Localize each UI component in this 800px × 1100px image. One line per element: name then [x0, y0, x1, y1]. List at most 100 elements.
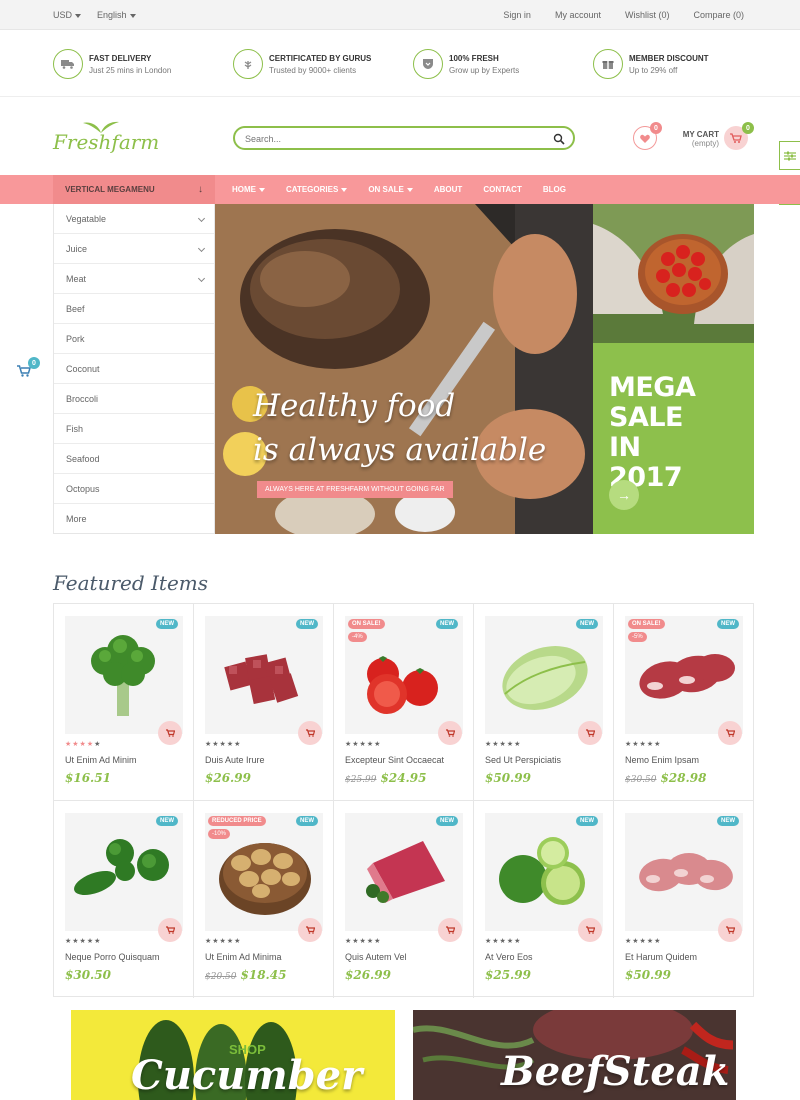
search-icon[interactable] — [553, 133, 565, 145]
search-box[interactable] — [233, 126, 575, 150]
nav-home[interactable]: HOME — [232, 185, 265, 194]
cart-summary[interactable]: MY CART (empty) — [682, 130, 719, 148]
hero-slide[interactable]: Healthy food is always available ALWAYS … — [215, 204, 593, 534]
product-image-greens[interactable] — [65, 813, 183, 931]
product-image-meat-cubes[interactable] — [205, 616, 323, 734]
banner-cucumber[interactable]: SHOP Cucumber — [71, 1010, 395, 1100]
add-to-cart-button[interactable] — [158, 918, 182, 942]
tomato-image — [593, 204, 754, 343]
product-card[interactable]: NEW ★★★★★ Neque Porro Quisquam $30.50 — [54, 801, 194, 998]
product-name[interactable]: Ut Enim Ad Minim — [65, 755, 137, 765]
add-to-cart-button[interactable] — [298, 721, 322, 745]
nav-categories-label: CATEGORIES — [286, 185, 339, 194]
product-name[interactable]: Sed Ut Perspiciatis — [485, 755, 561, 765]
product-card[interactable]: NEW ★★★★★ Quis Autem Vel $26.99 — [334, 801, 474, 998]
product-image-pork-cuts[interactable] — [625, 813, 743, 931]
wishlist-link[interactable]: Wishlist (0) — [625, 10, 670, 20]
signin-link[interactable]: Sign in — [503, 10, 531, 20]
chevron-down-icon — [341, 187, 348, 192]
menu-item-more[interactable]: More — [54, 504, 214, 534]
vertical-megamenu-toggle[interactable]: VERTICAL MEGAMENU ↓ — [53, 175, 215, 204]
product-card[interactable]: NEW ★★★★★ Et Harum Quidem $50.99 — [614, 801, 754, 998]
feature-title: 100% FRESH — [449, 53, 499, 63]
menu-item-meat[interactable]: Meat — [54, 264, 214, 294]
banner-beefsteak[interactable]: BeefSteak — [413, 1010, 736, 1100]
nav-about[interactable]: ABOUT — [434, 185, 462, 194]
settings-toggle[interactable] — [779, 141, 800, 170]
feature-member-discount: MEMBER DISCOUNT Up to 29% off — [593, 47, 709, 81]
compare-link[interactable]: Compare (0) — [693, 10, 744, 20]
product-card[interactable]: NEW ★★★★★ Sed Ut Perspiciatis $50.99 — [474, 604, 614, 801]
nav-on-sale[interactable]: ON SALE — [368, 185, 413, 194]
product-card[interactable]: NEW ★★★★★ Ut Enim Ad Minim $16.51 — [54, 604, 194, 801]
add-to-cart-button[interactable] — [158, 721, 182, 745]
add-to-cart-button[interactable] — [298, 918, 322, 942]
new-badge: NEW — [156, 619, 178, 629]
product-image-ham[interactable] — [345, 813, 463, 931]
chevron-down-icon — [129, 13, 136, 18]
product-price: $26.99 — [345, 968, 391, 982]
product-image-cabbage[interactable] — [485, 616, 603, 734]
product-name[interactable]: Nemo Enim Ipsam — [625, 755, 699, 765]
rating-stars: ★★★★★ — [345, 938, 382, 945]
sale-badge: ON SALE! — [348, 619, 385, 629]
product-name[interactable]: Excepteur Sint Occaecat — [345, 755, 444, 765]
add-to-cart-button[interactable] — [438, 918, 462, 942]
cart-title: MY CART — [682, 130, 719, 139]
menu-item-juice[interactable]: Juice — [54, 234, 214, 264]
product-card[interactable]: NEW ★★★★★ Duis Aute Irure $26.99 — [194, 604, 334, 801]
floating-cart[interactable]: 0 — [17, 357, 40, 381]
banner-beefsteak-title: BeefSteak — [501, 1048, 730, 1095]
add-to-cart-button[interactable] — [578, 721, 602, 745]
product-image-limes[interactable] — [485, 813, 603, 931]
product-card[interactable]: ON SALE! -5% NEW ★★★★★ Nemo Enim Ipsam $… — [614, 604, 754, 801]
account-link[interactable]: My account — [555, 10, 601, 20]
product-card[interactable]: REDUCED PRICE -10% NEW ★★★★★ Ut Enim Ad … — [194, 801, 334, 998]
sale-badge: ON SALE! — [628, 619, 665, 629]
product-name[interactable]: Quis Autem Vel — [345, 952, 407, 962]
sliders-icon — [784, 151, 796, 160]
product-price: $20.50 $18.45 — [205, 968, 286, 982]
product-image-broccoli[interactable] — [65, 616, 183, 734]
hero-line-2: is always available — [253, 432, 547, 468]
arrow-right-icon[interactable]: → — [609, 480, 639, 510]
product-card[interactable]: ON SALE! -4% NEW ★★★★★ Excepteur Sint Oc… — [334, 604, 474, 801]
wishlist-button[interactable]: 0 — [633, 122, 662, 150]
menu-item-fish[interactable]: Fish — [54, 414, 214, 444]
add-to-cart-button[interactable] — [438, 721, 462, 745]
nav-contact[interactable]: CONTACT — [483, 185, 522, 194]
nav-blog[interactable]: BLOG — [543, 185, 566, 194]
promo-image-tomatoes[interactable] — [593, 204, 754, 343]
top-bar: USD English Sign in My account Wishlist … — [0, 0, 800, 30]
add-to-cart-button[interactable] — [718, 721, 742, 745]
menu-item-label: Vegatable — [66, 213, 107, 224]
menu-item-vegatable[interactable]: Vegatable — [54, 204, 214, 234]
cart-button[interactable]: 0 — [724, 122, 754, 150]
menu-item-seafood[interactable]: Seafood — [54, 444, 214, 474]
new-badge: NEW — [576, 619, 598, 629]
old-price: $30.50 — [625, 775, 657, 785]
menu-item-broccoli[interactable]: Broccoli — [54, 384, 214, 414]
product-name[interactable]: At Vero Eos — [485, 952, 533, 962]
add-to-cart-button[interactable] — [578, 918, 602, 942]
product-name[interactable]: Ut Enim Ad Minima — [205, 952, 282, 962]
nav-categories[interactable]: CATEGORIES — [286, 185, 348, 194]
header: Freshfarm 0 MY CART (empty) 0 — [0, 98, 800, 174]
language-selector[interactable]: English — [97, 10, 136, 20]
new-badge: NEW — [296, 816, 318, 826]
add-to-cart-button[interactable] — [718, 918, 742, 942]
mega-sale-banner[interactable]: MEGA SALE IN 2017 → — [593, 343, 754, 534]
menu-item-coconut[interactable]: Coconut — [54, 354, 214, 384]
menu-item-beef[interactable]: Beef — [54, 294, 214, 324]
product-name[interactable]: Neque Porro Quisquam — [65, 952, 160, 962]
chevron-down-icon — [197, 274, 206, 283]
cart-icon — [725, 926, 735, 934]
product-name[interactable]: Et Harum Quidem — [625, 952, 697, 962]
product-card[interactable]: NEW ★★★★★ At Vero Eos $25.99 — [474, 801, 614, 998]
currency-selector[interactable]: USD — [53, 10, 82, 20]
product-name[interactable]: Duis Aute Irure — [205, 755, 265, 765]
logo[interactable]: Freshfarm — [53, 118, 159, 158]
search-input[interactable] — [245, 132, 545, 146]
menu-item-octopus[interactable]: Octopus — [54, 474, 214, 504]
menu-item-pork[interactable]: Pork — [54, 324, 214, 354]
